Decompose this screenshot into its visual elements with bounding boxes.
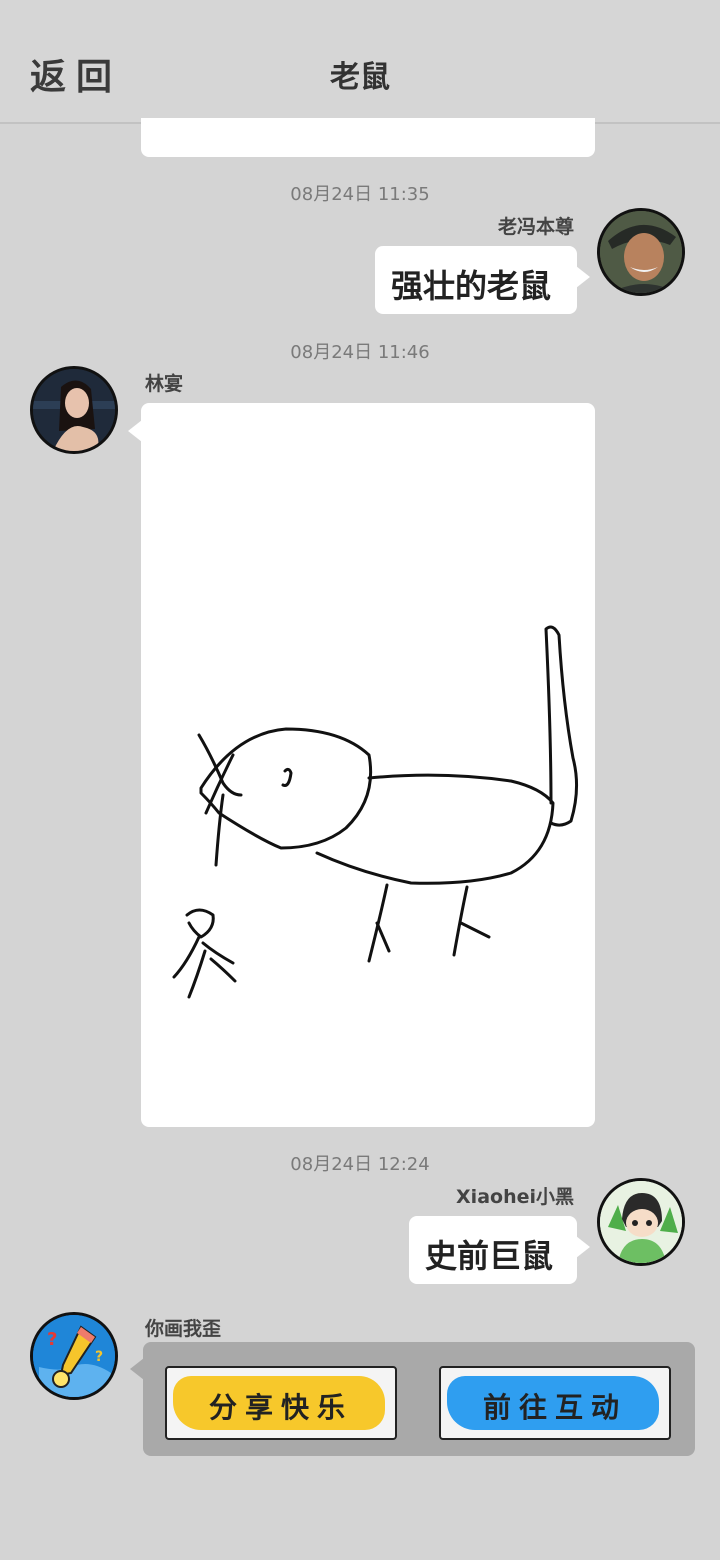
bubble-tail — [130, 1358, 144, 1380]
pencil-logo-icon: ? ? — [33, 1315, 115, 1397]
avatar[interactable] — [597, 208, 685, 296]
drawing-message[interactable] — [141, 403, 595, 1127]
interact-button-label: 前往互动 — [482, 1391, 627, 1424]
go-interact-button[interactable]: 前往互动 — [439, 1366, 671, 1440]
message-text: 强壮的老鼠 — [391, 267, 552, 305]
action-card: 分享快乐 前往互动 — [143, 1342, 695, 1456]
message-bubble[interactable]: 史前巨鼠 — [409, 1216, 577, 1284]
username: 你画我歪 — [145, 1318, 222, 1340]
page-title: 老鼠 — [330, 60, 390, 95]
message-bubble[interactable]: 强壮的老鼠 — [375, 246, 577, 314]
share-happiness-button[interactable]: 分享快乐 — [165, 1366, 397, 1440]
avatar-photo-icon — [33, 369, 115, 451]
mouse-drawing — [172, 625, 579, 999]
avatar[interactable]: ? ? — [30, 1312, 118, 1400]
bubble-tail — [576, 266, 590, 288]
svg-text:?: ? — [95, 1349, 103, 1365]
username: Xiaohei小黑 — [456, 1186, 574, 1208]
share-button-label: 分享快乐 — [208, 1391, 353, 1424]
top-bar: 返回 老鼠 — [0, 0, 720, 124]
previous-message-bubble[interactable] — [141, 118, 595, 157]
timestamp: 08月24日 11:35 — [290, 184, 430, 205]
avatar[interactable] — [597, 1178, 685, 1266]
timestamp: 08月24日 12:24 — [290, 1154, 430, 1175]
bubble-tail — [576, 1236, 590, 1258]
avatar[interactable] — [30, 366, 118, 454]
svg-text:?: ? — [47, 1329, 57, 1350]
username: 林宴 — [145, 373, 184, 395]
timestamp: 08月24日 11:46 — [290, 342, 430, 363]
avatar-cartoon-icon — [600, 1181, 682, 1263]
message-text: 史前巨鼠 — [425, 1237, 554, 1275]
avatar-photo-icon — [600, 211, 682, 293]
bubble-tail — [128, 420, 142, 442]
username: 老冯本尊 — [497, 216, 574, 238]
